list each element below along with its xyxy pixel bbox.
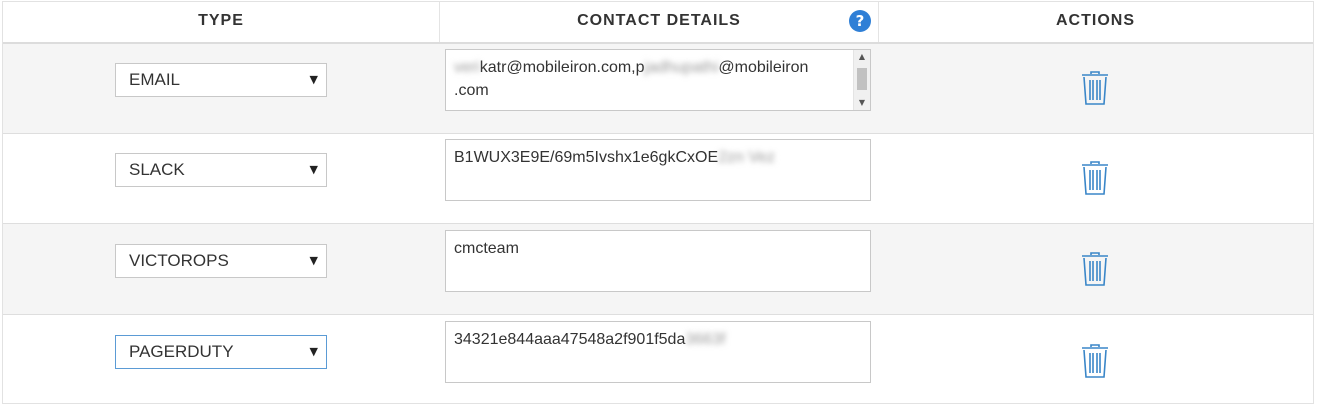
scroll-down-icon[interactable]: ▼ <box>854 96 870 110</box>
help-icon[interactable]: ? <box>849 10 871 32</box>
redacted-text: 3663f <box>685 331 726 348</box>
column-header-contact-details: CONTACT DETAILS <box>439 2 879 42</box>
contact-details-field-pagerduty[interactable]: 34321e844aaa47548a2f901f5da3663f <box>445 321 871 383</box>
type-select-email[interactable]: EMAIL ▼ <box>115 63 327 97</box>
chevron-down-icon: ▼ <box>309 163 318 176</box>
type-select-value: EMAIL <box>129 70 181 89</box>
textarea-scrollbar[interactable]: ▲ ▼ <box>853 50 870 110</box>
contact-details-field-email[interactable]: verikatr@mobileiron.com,pjadhupathi@mobi… <box>445 49 871 111</box>
table-row-slack: SLACK ▼ B1WUX3E9E/69m5Ivshx1e6gkCxOE2zn … <box>3 134 1313 224</box>
type-select-value: PAGERDUTY <box>129 342 234 361</box>
chevron-down-icon: ▼ <box>309 254 318 267</box>
redacted-text: jadhupathi <box>644 59 719 76</box>
type-select-value: SLACK <box>129 160 185 179</box>
contact-text: katr@mobileiron.com,p <box>479 59 645 76</box>
chevron-down-icon: ▼ <box>309 73 318 86</box>
chevron-down-icon: ▼ <box>309 345 318 358</box>
trash-icon[interactable] <box>1081 71 1109 105</box>
contact-text: .com <box>454 82 489 99</box>
column-header-type: TYPE <box>198 12 244 29</box>
type-select-slack[interactable]: SLACK ▼ <box>115 153 327 187</box>
trash-icon[interactable] <box>1081 252 1109 286</box>
table-row-victorops: VICTOROPS ▼ cmcteam <box>3 224 1313 315</box>
table-header: TYPE CONTACT DETAILS ? ACTIONS <box>3 2 1313 44</box>
contact-text: @mobileiron <box>718 59 809 76</box>
trash-icon[interactable] <box>1081 344 1109 378</box>
redacted-text: veri <box>454 59 480 76</box>
contact-text: 34321e844aaa47548a2f901f5da <box>454 331 686 348</box>
type-select-victorops[interactable]: VICTOROPS ▼ <box>115 244 327 278</box>
table-row-email: EMAIL ▼ verikatr@mobileiron.com,pjadhupa… <box>3 44 1313 134</box>
scrollbar-thumb[interactable] <box>857 68 867 90</box>
contact-text: B1WUX3E9E/69m5Ivshx1e6gkCxOE <box>454 149 719 166</box>
column-header-contact-details-label: CONTACT DETAILS <box>577 12 741 29</box>
redacted-text: 2zn Vez <box>718 149 776 166</box>
column-header-actions: ACTIONS <box>1056 12 1135 29</box>
contacts-table: TYPE CONTACT DETAILS ? ACTIONS EMAIL ▼ v… <box>2 1 1314 404</box>
table-row-pagerduty: PAGERDUTY ▼ 34321e844aaa47548a2f901f5da3… <box>3 315 1313 403</box>
type-select-pagerduty[interactable]: PAGERDUTY ▼ <box>115 335 327 369</box>
scroll-up-icon[interactable]: ▲ <box>854 50 870 64</box>
trash-icon[interactable] <box>1081 161 1109 195</box>
contact-text: cmcteam <box>454 240 519 257</box>
contact-details-field-slack[interactable]: B1WUX3E9E/69m5Ivshx1e6gkCxOE2zn Vez <box>445 139 871 201</box>
contact-details-field-victorops[interactable]: cmcteam <box>445 230 871 292</box>
type-select-value: VICTOROPS <box>129 251 229 270</box>
